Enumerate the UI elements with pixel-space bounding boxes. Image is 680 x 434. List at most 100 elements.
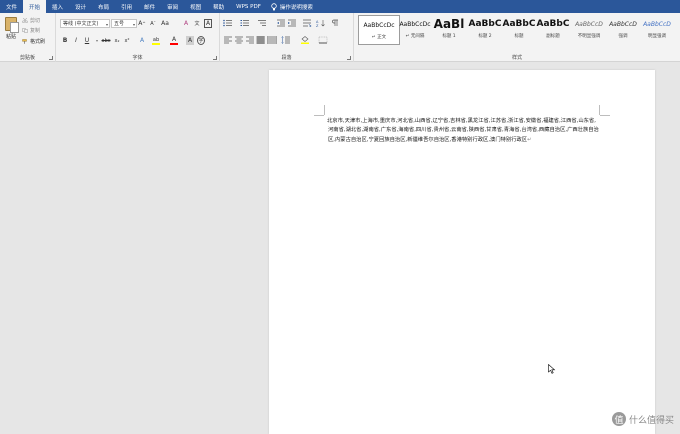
- chevron-down-icon: ▾: [95, 38, 98, 43]
- font-dialog-launcher[interactable]: [213, 56, 217, 60]
- line-spacing-button[interactable]: [281, 36, 290, 44]
- subscript-button[interactable]: x₂: [113, 36, 121, 45]
- style-name: 不明显强调: [577, 34, 601, 39]
- style-intense-emphasis[interactable]: AaBbCcD 明显强调: [636, 15, 678, 45]
- bullets-button[interactable]: [223, 19, 232, 27]
- align-left-button[interactable]: [223, 36, 232, 44]
- tab-home[interactable]: 开始: [23, 0, 47, 13]
- tab-layout[interactable]: 布局: [92, 0, 115, 13]
- align-right-button[interactable]: [245, 36, 254, 44]
- style-name: ↵ 无间隔: [405, 34, 425, 39]
- paragraph-dialog-launcher[interactable]: [347, 56, 351, 60]
- clipboard-dialog-launcher[interactable]: [49, 56, 53, 60]
- paste-button[interactable]: 粘贴: [3, 17, 19, 45]
- format-painter-label: 格式刷: [30, 39, 46, 45]
- distributed-button[interactable]: [267, 36, 277, 44]
- chinese-layout-button[interactable]: [302, 19, 312, 28]
- multilevel-list-button[interactable]: [257, 19, 266, 27]
- sort-button[interactable]: AZ: [316, 19, 325, 28]
- style-preview: AaBbC: [502, 19, 536, 29]
- font-size-combo[interactable]: 五号 ▾: [111, 19, 137, 28]
- underline-dropdown[interactable]: ▾: [93, 36, 101, 45]
- tab-insert[interactable]: 插入: [46, 0, 69, 13]
- character-border-button[interactable]: A: [204, 19, 212, 28]
- style-preview: AaBbC: [536, 19, 570, 29]
- tab-view[interactable]: 视图: [184, 0, 207, 13]
- justify-button[interactable]: [256, 36, 265, 44]
- numbering-button[interactable]: [240, 19, 249, 27]
- align-center-button[interactable]: [234, 36, 243, 44]
- shading-button[interactable]: [300, 36, 309, 44]
- strikethrough-button[interactable]: abc: [101, 36, 111, 45]
- clipboard-group: 粘贴 剪切 复制 格式刷 剪贴板: [0, 13, 56, 62]
- font-name-value: 等线 (中文正文): [63, 21, 99, 27]
- numbering-icon: [240, 20, 249, 26]
- tab-file[interactable]: 文件: [0, 0, 23, 13]
- increase-indent-button[interactable]: [287, 19, 296, 27]
- font-group: 等线 (中文正文) ▾ 五号 ▾ A ^ Aˇ Aa A 文 A B I U ▾ …: [56, 13, 220, 62]
- enclose-characters-icon: 字: [198, 38, 204, 44]
- paragraph-mark: ↵: [527, 136, 532, 143]
- decrease-indent-icon: [277, 19, 285, 27]
- change-case-button[interactable]: Aa: [161, 19, 169, 28]
- grow-font-button[interactable]: A ^: [138, 19, 146, 28]
- style-preview: AaBbCcDc: [399, 20, 431, 28]
- superscript-button[interactable]: x²: [123, 36, 131, 45]
- phonetic-guide-button[interactable]: 文: [193, 19, 201, 28]
- highlight-button[interactable]: ab: [152, 36, 160, 45]
- borders-button[interactable]: [318, 36, 328, 44]
- show-formatting-marks-button[interactable]: [330, 19, 338, 27]
- tab-help[interactable]: 帮助: [207, 0, 230, 13]
- tab-review[interactable]: 审阅: [161, 0, 184, 13]
- caret-up-icon: ^: [142, 21, 146, 26]
- tab-design[interactable]: 设计: [69, 0, 92, 13]
- character-shading-button[interactable]: A: [186, 36, 194, 45]
- font-name-combo[interactable]: 等线 (中文正文) ▾: [60, 19, 110, 28]
- cut-button[interactable]: 剪切: [22, 17, 40, 24]
- chinese-layout-icon: [303, 19, 312, 28]
- document-paragraph: 北京市,天津市,上海市,重庆市,河北省,山西省,辽宁省,吉林省,黑龙江省,江苏省…: [327, 118, 599, 143]
- document-body[interactable]: 北京市,天津市,上海市,重庆市,河北省,山西省,辽宁省,吉林省,黑龙江省,江苏省…: [327, 117, 600, 145]
- text-effects-button[interactable]: A: [138, 36, 146, 45]
- style-preview: AaBbC: [468, 19, 502, 29]
- bold-button[interactable]: B: [61, 36, 69, 45]
- crop-mark: [599, 105, 600, 115]
- bullets-icon: [223, 19, 232, 27]
- multilevel-list-icon: [258, 20, 266, 26]
- increase-indent-icon: [288, 19, 296, 27]
- copy-button[interactable]: 复制: [22, 27, 40, 34]
- paintbrush-icon: [22, 39, 27, 44]
- style-name: 明显强调: [648, 34, 666, 39]
- sort-icon: AZ: [316, 20, 325, 28]
- paint-bucket-icon: [301, 36, 309, 44]
- format-painter-button[interactable]: 格式刷: [22, 38, 45, 45]
- tell-me-search[interactable]: 操作说明搜索: [271, 0, 313, 13]
- superscript-icon: x²: [124, 37, 130, 44]
- enclose-characters-button[interactable]: 字: [197, 36, 205, 45]
- tab-references[interactable]: 引用: [115, 0, 138, 13]
- watermark-text: 什么值得买: [628, 415, 674, 426]
- caret-down-icon: ˇ: [153, 21, 156, 26]
- paragraph-group-label: 段落: [281, 55, 292, 61]
- italic-button[interactable]: I: [72, 36, 80, 45]
- copy-icon: [22, 28, 28, 33]
- paragraph-group: AZ 段落: [220, 13, 354, 62]
- crop-mark: [324, 105, 325, 115]
- tab-mailings[interactable]: 邮件: [138, 0, 161, 13]
- style-name: 标题 2: [478, 34, 492, 39]
- style-name: 标题: [514, 34, 524, 39]
- clear-formatting-icon: A: [183, 20, 189, 27]
- underline-button[interactable]: U: [83, 36, 91, 45]
- style-preview: AaBl: [433, 17, 465, 31]
- font-color-button[interactable]: A: [170, 36, 178, 45]
- document-page[interactable]: 北京市,天津市,上海市,重庆市,河北省,山西省,辽宁省,吉林省,黑龙江省,江苏省…: [269, 70, 655, 434]
- align-left-icon: [224, 36, 232, 44]
- tab-wps-pdf[interactable]: WPS PDF: [230, 0, 267, 13]
- svg-text:Z: Z: [316, 24, 319, 27]
- character-border-icon: A: [205, 20, 211, 27]
- lightbulb-icon: [271, 2, 277, 10]
- shrink-font-button[interactable]: Aˇ: [149, 19, 157, 28]
- clear-formatting-button[interactable]: A: [182, 19, 190, 28]
- chevron-down-icon: ▾: [105, 22, 108, 27]
- decrease-indent-button[interactable]: [276, 19, 285, 27]
